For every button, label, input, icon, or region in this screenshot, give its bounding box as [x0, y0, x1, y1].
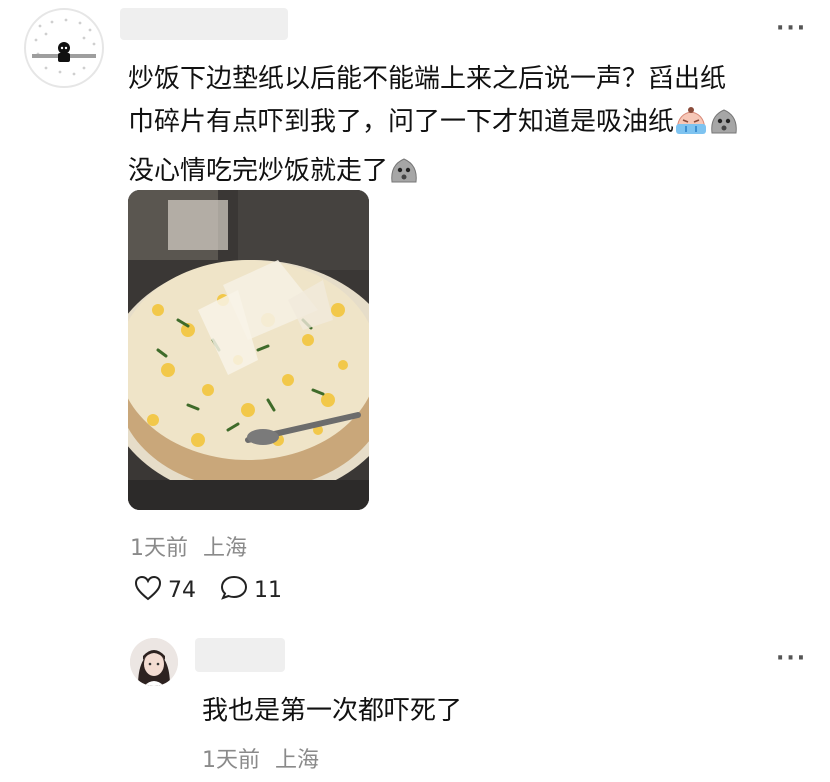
- speechless-emoji-icon: [708, 106, 740, 150]
- commenter-avatar[interactable]: [24, 8, 104, 88]
- comment-line-1: 炒饭下边垫纸以后能不能端上来之后说一声？舀出纸: [128, 64, 727, 94]
- reply-meta: 1天前 上海: [202, 742, 319, 774]
- more-options-button[interactable]: ···: [776, 16, 807, 41]
- heart-icon: [134, 575, 162, 605]
- reply-more-options-button[interactable]: ···: [776, 646, 807, 671]
- replier-avatar[interactable]: [130, 638, 178, 686]
- reply-count: 11: [254, 577, 282, 603]
- chat-bubble-icon: [220, 575, 248, 605]
- reply-text: 我也是第一次都吓死了: [202, 696, 463, 726]
- comment-line-3-text: 没心情吃完炒饭就走了: [128, 156, 389, 186]
- fried-rice-illustration: [128, 190, 369, 510]
- reply-location: 上海: [275, 748, 320, 773]
- replier-name-redacted: [195, 638, 285, 672]
- reply-button[interactable]: 11: [220, 575, 282, 605]
- comment-actions: 74 11: [134, 575, 282, 605]
- crying-emoji-icon: [674, 106, 708, 150]
- comment-line-2-text: 巾碎片有点吓到我了，问了一下才知道是吸油纸: [128, 107, 675, 137]
- comment-meta: 1天前 上海: [130, 530, 247, 562]
- speechless-emoji-icon: [388, 155, 420, 199]
- like-count: 74: [168, 577, 196, 603]
- comment-text: 炒饭下边垫纸以后能不能端上来之后说一声？舀出纸 巾碎片有点吓到我了，问了一下才知…: [128, 58, 808, 199]
- comment-photo-fried-rice[interactable]: [128, 190, 369, 510]
- comment-location: 上海: [203, 536, 248, 561]
- commenter-name-redacted: [120, 8, 288, 40]
- avatar-illustration: [32, 18, 96, 76]
- reply-time: 1天前: [202, 748, 260, 773]
- comment-line-2: 巾碎片有点吓到我了，问了一下才知道是吸油纸: [128, 101, 808, 150]
- like-button[interactable]: 74: [134, 575, 196, 605]
- comment-time: 1天前: [130, 536, 188, 561]
- replier-avatar-illustration: [130, 638, 178, 686]
